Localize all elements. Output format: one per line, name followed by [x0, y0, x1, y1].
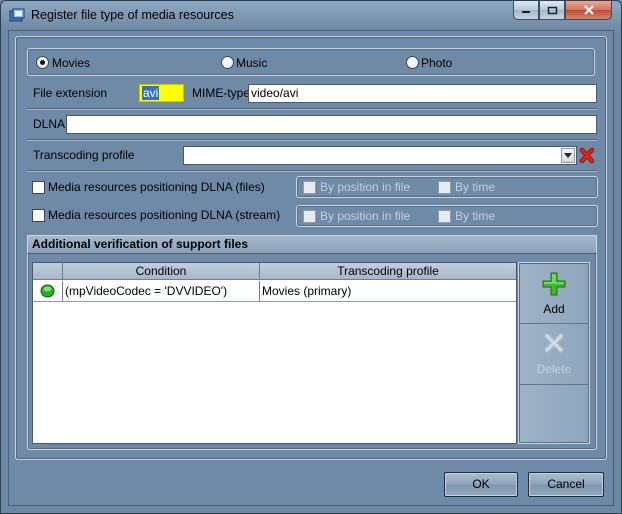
mime-type-input[interactable]: video/avi: [248, 84, 597, 103]
stream-by-time-checkbox[interactable]: [438, 210, 451, 223]
header-condition[interactable]: Condition: [63, 263, 260, 279]
divider: [27, 140, 597, 141]
media-register-icon: [9, 8, 25, 22]
radio-music-button[interactable]: [221, 56, 234, 69]
mime-type-label: MIME-type: [192, 86, 251, 100]
positioning-stream-checkbox[interactable]: [32, 209, 45, 222]
radio-movies-button[interactable]: [36, 56, 49, 69]
status-ok-icon: [40, 284, 55, 298]
radio-selected-dot: [40, 60, 45, 65]
radio-photo-label: Photo: [421, 56, 453, 70]
delete-button[interactable]: Delete: [519, 325, 589, 383]
close-icon: [583, 4, 594, 15]
divider: [27, 109, 597, 110]
transcoding-profile-label: Transcoding profile: [33, 148, 135, 162]
positioning-stream-label: Media resources positioning DLNA (stream…: [48, 208, 281, 222]
ok-button[interactable]: OK: [444, 472, 518, 497]
maximize-icon: [547, 6, 557, 14]
divider: [27, 171, 597, 172]
divider: [520, 384, 588, 385]
maximize-button[interactable]: [539, 1, 565, 20]
table-header: Condition Transcoding profile: [33, 263, 516, 280]
header-transcoding-profile[interactable]: Transcoding profile: [260, 263, 516, 279]
files-by-position-checkbox[interactable]: [303, 181, 316, 194]
plus-icon: [542, 272, 566, 296]
stream-by-time-label: By time: [455, 209, 496, 223]
add-label: Add: [543, 302, 565, 316]
file-extension-value: avi: [142, 86, 160, 100]
file-extension-input[interactable]: avi: [139, 84, 184, 102]
file-extension-label: File extension: [33, 86, 108, 100]
minimize-button[interactable]: [513, 1, 539, 20]
row-condition: (mpVideoCodec = 'DVVIDEO'): [63, 281, 260, 301]
dlna-label: DLNA: [33, 117, 66, 131]
dropdown-arrow-button[interactable]: [561, 148, 575, 163]
cancel-button[interactable]: Cancel: [528, 472, 604, 497]
chevron-down-icon: [564, 153, 572, 158]
row-transcoding-profile: Movies (primary): [262, 284, 352, 298]
radio-music-label: Music: [236, 56, 268, 70]
files-by-position-label: By position in file: [320, 180, 411, 194]
positioning-files-label: Media resources positioning DLNA (files): [48, 180, 265, 194]
delete-label: Delete: [536, 362, 572, 376]
close-button[interactable]: [565, 1, 612, 20]
clear-profile-button[interactable]: [579, 147, 595, 164]
radio-movies-label: Movies: [52, 56, 91, 70]
window-title: Register file type of media resources: [31, 8, 234, 22]
radio-photo-button[interactable]: [406, 56, 419, 69]
files-by-time-label: By time: [455, 180, 496, 194]
table-row[interactable]: (mpVideoCodec = 'DVVIDEO') Movies (prima…: [33, 281, 516, 302]
delete-x-icon: [544, 333, 564, 353]
files-by-time-checkbox[interactable]: [438, 181, 451, 194]
clear-x-icon: [579, 147, 595, 164]
add-button[interactable]: Add: [519, 264, 589, 322]
divider: [520, 323, 588, 324]
row-status-cell: [33, 281, 63, 301]
stream-by-position-label: By position in file: [320, 209, 411, 223]
minimize-icon: [522, 11, 530, 13]
dlna-input[interactable]: [66, 115, 597, 134]
transcoding-profile-select[interactable]: [183, 146, 577, 165]
verification-title: Additional verification of support files: [27, 235, 597, 254]
header-status-cell: [33, 263, 63, 279]
stream-by-position-checkbox[interactable]: [303, 210, 316, 223]
media-type-group: [27, 48, 595, 76]
verification-table[interactable]: Condition Transcoding profile (mpVideoCo…: [32, 262, 517, 444]
positioning-files-checkbox[interactable]: [32, 181, 45, 194]
